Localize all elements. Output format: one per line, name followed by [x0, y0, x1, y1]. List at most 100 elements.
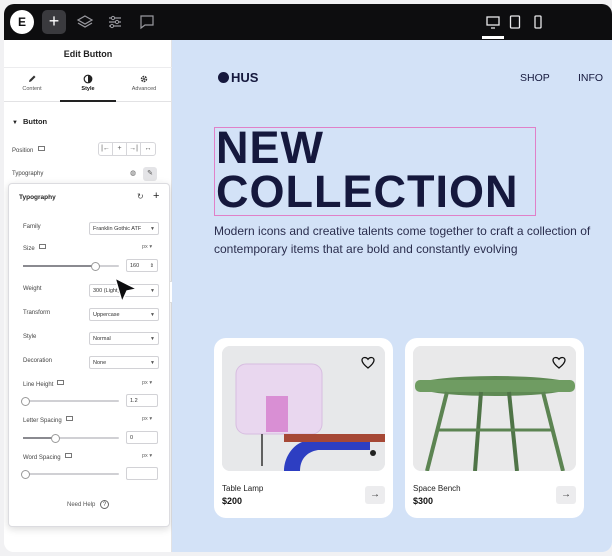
active-device-indicator: [482, 36, 504, 39]
line-height-slider[interactable]: [21, 396, 119, 406]
position-options: |← + →| ↔: [98, 142, 156, 156]
app-window: E + Edit Button Content Style Advanced ▼…: [4, 4, 612, 552]
settings-sliders-icon[interactable]: [106, 13, 124, 31]
line-height-value: 1.2: [130, 398, 138, 404]
arrow-right-icon[interactable]: →: [365, 486, 385, 504]
product-card[interactable]: Space Bench $300 →: [405, 338, 584, 518]
site-brand: HUS: [231, 70, 259, 85]
letter-spacing-unit: px: [142, 416, 148, 422]
position-label: Position: [12, 146, 45, 154]
transform-value: Uppercase: [93, 312, 120, 318]
contrast-icon: [83, 74, 93, 84]
headline[interactable]: NEW COLLECTION: [216, 122, 518, 214]
subtitle: Modern icons and creative talents come t…: [214, 224, 591, 256]
product-image-lamp: [222, 346, 385, 471]
tablet-icon[interactable]: [506, 13, 524, 31]
mobile-icon[interactable]: [529, 13, 547, 31]
line-height-label-text: Line Height: [23, 382, 54, 388]
family-select[interactable]: Franklin Gothic ATF ▼: [89, 222, 159, 235]
heart-icon[interactable]: [361, 356, 375, 370]
arrow-right-icon[interactable]: →: [556, 486, 576, 504]
size-input[interactable]: 160 ⇕: [126, 259, 158, 272]
tab-style-label: Style: [81, 86, 95, 92]
nav-shop[interactable]: SHOP: [520, 72, 550, 84]
chevron-down-icon: ▼: [150, 336, 155, 342]
align-start-icon[interactable]: |←: [99, 143, 113, 155]
site-logo[interactable]: HUS: [218, 70, 258, 85]
mouse-cursor-icon: [113, 276, 139, 304]
elementor-logo-button[interactable]: E: [10, 10, 34, 34]
letter-spacing-value: 0: [130, 435, 134, 441]
gear-icon: [140, 75, 148, 83]
word-spacing-unit: px: [142, 453, 148, 459]
tab-advanced[interactable]: Advanced: [116, 68, 172, 102]
product-name: Table Lamp: [222, 484, 264, 493]
letter-spacing-input[interactable]: 0: [126, 431, 158, 444]
product-card[interactable]: Table Lamp $200 →: [214, 338, 393, 518]
globe-icon[interactable]: ◍: [126, 167, 140, 181]
line-height-unit-select[interactable]: px ▾: [142, 380, 152, 386]
desktop-icon: [38, 244, 46, 249]
size-label-text: Size: [23, 246, 35, 252]
headline-line-1: NEW: [216, 122, 324, 173]
product-price: $300: [413, 496, 434, 506]
nav-info[interactable]: INFO: [578, 72, 603, 84]
heart-icon[interactable]: [552, 356, 566, 370]
transform-select[interactable]: Uppercase ▼: [89, 308, 159, 321]
typography-label: Typography: [12, 171, 44, 177]
weight-label: Weight: [23, 286, 42, 292]
logo-dot-icon: [218, 72, 229, 83]
chevron-down-icon: ▼: [150, 226, 155, 232]
size-label: Size: [23, 244, 46, 252]
desktop-icon: [38, 146, 45, 151]
line-height-input[interactable]: 1.2: [126, 394, 158, 407]
align-end-icon[interactable]: →|: [127, 143, 141, 155]
size-slider-handle[interactable]: [91, 261, 100, 271]
letter-spacing-label: Letter Spacing: [23, 416, 73, 424]
line-height-unit: px: [142, 380, 148, 386]
need-help-link[interactable]: Need Help ?: [4, 500, 172, 509]
size-slider[interactable]: [23, 261, 119, 271]
line-height-slider-handle[interactable]: [21, 396, 30, 406]
align-stretch-icon[interactable]: ↔: [141, 143, 155, 155]
comments-icon[interactable]: [138, 13, 156, 31]
product-name: Space Bench: [413, 484, 461, 493]
letter-spacing-slider[interactable]: [23, 433, 119, 443]
size-unit-select[interactable]: px ▾: [142, 244, 152, 250]
tab-content-label: Content: [22, 86, 42, 92]
letter-spacing-label-text: Letter Spacing: [23, 418, 62, 424]
section-button-label: Button: [22, 117, 48, 126]
tab-content[interactable]: Content: [4, 68, 60, 102]
word-spacing-slider[interactable]: [21, 469, 119, 479]
tab-style[interactable]: Style: [60, 68, 116, 102]
section-button[interactable]: ▼ Button: [12, 117, 47, 126]
desktop-icon: [57, 380, 65, 385]
product-image-stool: [413, 346, 576, 471]
chevron-down-icon: ▼: [150, 360, 155, 366]
reset-icon[interactable]: ↻: [137, 192, 144, 201]
family-value: Franklin Gothic ATF: [93, 226, 142, 232]
size-value: 160: [130, 263, 140, 269]
add-element-button[interactable]: +: [42, 10, 66, 34]
need-help-text: Need Help: [66, 502, 96, 508]
add-icon[interactable]: +: [153, 190, 159, 202]
top-toolbar: E +: [4, 4, 612, 40]
align-center-icon[interactable]: +: [113, 143, 127, 155]
style-select[interactable]: Normal ▼: [89, 332, 159, 345]
word-spacing-input[interactable]: [126, 467, 158, 480]
word-spacing-unit-select[interactable]: px ▾: [142, 453, 152, 459]
decoration-select[interactable]: None ▼: [89, 356, 159, 369]
chevron-down-icon: ▼: [150, 288, 155, 294]
desktop-icon: [64, 453, 72, 458]
edit-pencil-icon[interactable]: ✎: [143, 167, 157, 181]
editor-panel: Edit Button Content Style Advanced ▼ Butt…: [4, 40, 172, 552]
letter-spacing-slider-handle[interactable]: [51, 433, 60, 443]
panel-title: Edit Button: [4, 40, 172, 68]
word-spacing-slider-handle[interactable]: [21, 469, 30, 479]
layers-icon[interactable]: [76, 13, 94, 31]
desktop-icon[interactable]: [484, 13, 502, 31]
style-value: Normal: [93, 336, 111, 342]
position-label-text: Position: [12, 148, 34, 154]
letter-spacing-unit-select[interactable]: px ▾: [142, 416, 152, 422]
panel-tabs: Content Style Advanced: [4, 68, 172, 102]
